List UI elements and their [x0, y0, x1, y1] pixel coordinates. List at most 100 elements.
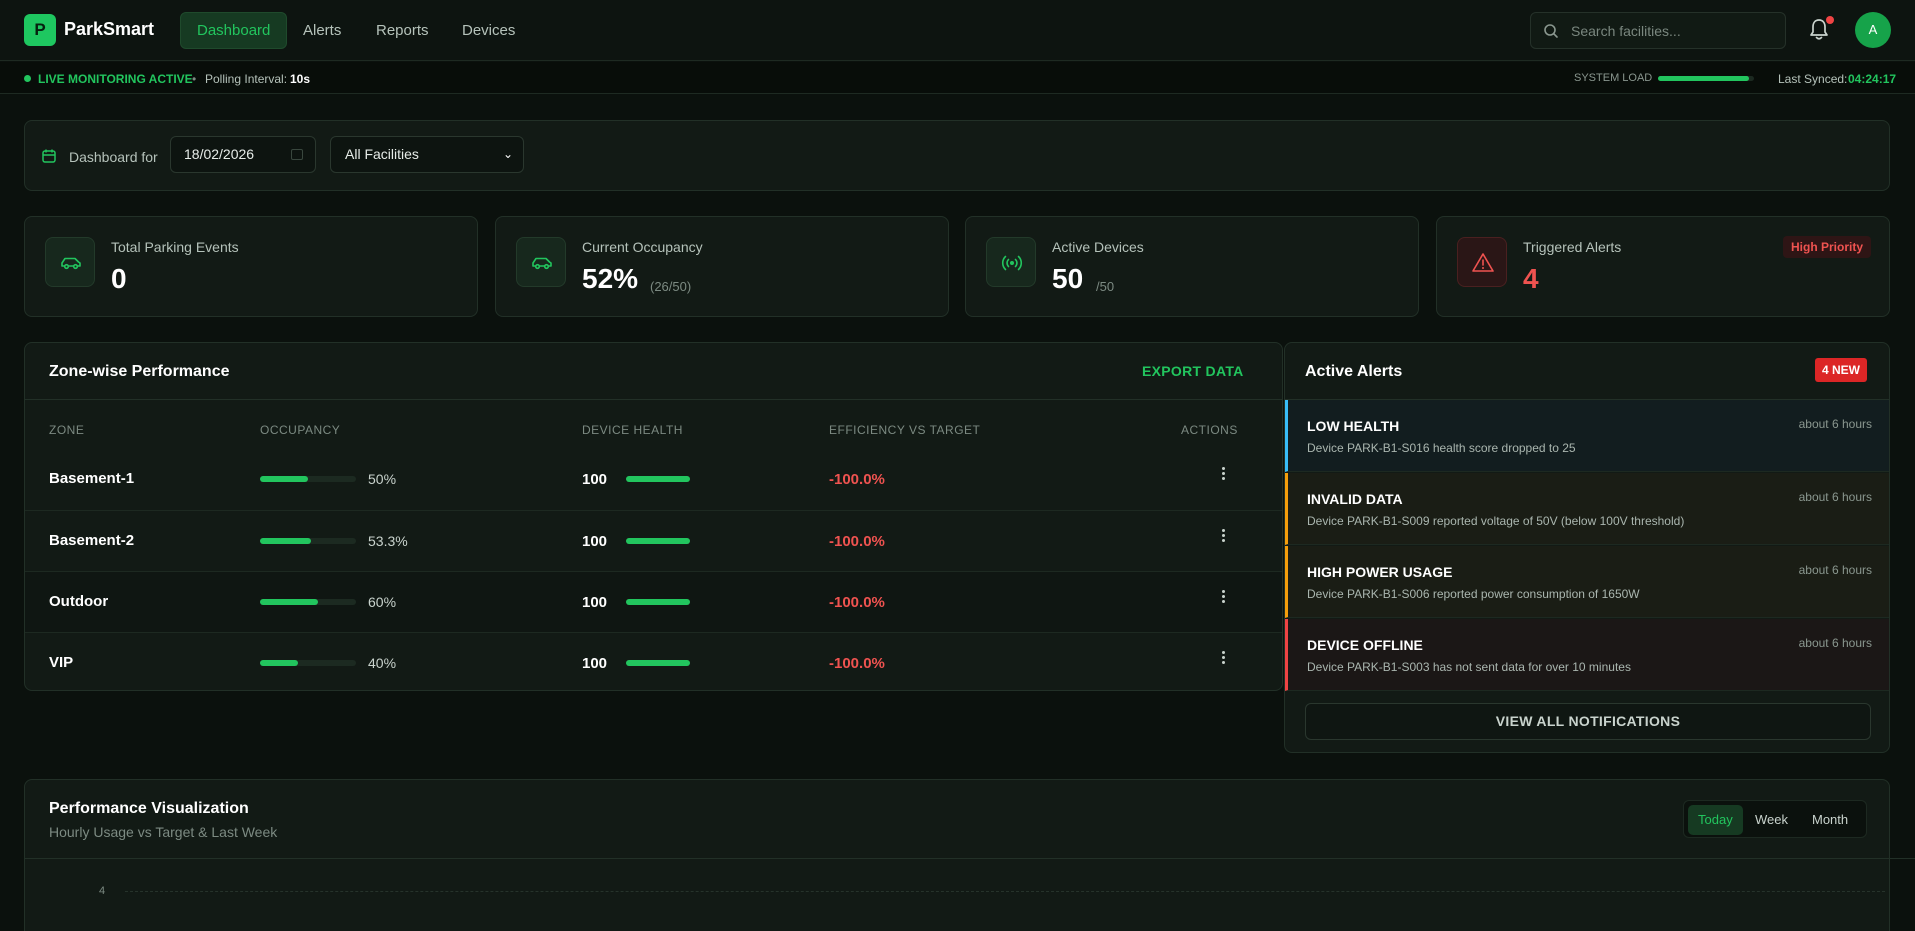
more-actions-icon[interactable]: [1217, 527, 1229, 551]
occupancy-percent: 53.3%: [368, 533, 408, 549]
alert-item[interactable]: LOW HEALTH about 6 hours Device PARK-B1-…: [1285, 400, 1889, 472]
occupancy-fill: [260, 599, 318, 605]
live-indicator-dot: [24, 75, 31, 82]
polling-value: 10s: [290, 72, 311, 86]
occupancy-fill: [260, 538, 312, 544]
occupancy-percent: 60%: [368, 594, 397, 610]
signal-icon: [1001, 255, 1023, 271]
stat-value: 4: [1523, 263, 1539, 294]
date-picker-icon[interactable]: [291, 149, 303, 160]
search-icon: [1543, 23, 1559, 42]
device-health-value: 100: [582, 655, 608, 672]
zone-name: Outdoor: [49, 593, 109, 610]
car-icon: [532, 257, 552, 270]
occupancy-bar: [260, 660, 356, 666]
stat-label: Active Devices: [1052, 239, 1144, 255]
top-nav: P ParkSmart Dashboard Alerts Reports Dev…: [0, 0, 1915, 61]
alert-item[interactable]: HIGH POWER USAGE about 6 hours Device PA…: [1285, 546, 1889, 618]
column-header-occupancy: OCCUPANCY: [260, 423, 341, 437]
table-row[interactable]: VIP 40% 100 -100.0%: [25, 632, 1282, 690]
zone-performance-title: Zone-wise Performance: [49, 363, 230, 380]
stat-value: 50: [1052, 263, 1084, 294]
alert-description: Device PARK-B1-S003 has not sent data fo…: [1307, 660, 1631, 674]
alert-type: DEVICE OFFLINE: [1307, 637, 1423, 653]
device-health-value: 100: [582, 533, 608, 550]
alert-time: about 6 hours: [1798, 490, 1872, 504]
stat-card-triggered-alerts: Triggered Alerts 4 High Priority: [1436, 216, 1890, 317]
chart-grid-line: [125, 891, 1885, 892]
calendar-icon: [41, 148, 57, 167]
stat-icon-box: [986, 237, 1036, 287]
stat-label: Current Occupancy: [582, 239, 703, 255]
search-box: [1530, 12, 1786, 49]
system-load-bar: [1658, 76, 1754, 81]
stat-value: 0: [111, 263, 127, 294]
table-row[interactable]: Outdoor 60% 100 -100.0%: [25, 571, 1282, 632]
column-header-zone: ZONE: [49, 423, 85, 437]
last-synced-value: 04:24:17: [1848, 72, 1897, 86]
occupancy-bar: [260, 476, 356, 482]
date-value: 18/02/2026: [184, 146, 255, 162]
date-input[interactable]: 18/02/2026: [170, 136, 316, 173]
efficiency-value: -100.0%: [829, 471, 885, 488]
warning-icon: [1472, 253, 1494, 272]
performance-title: Performance Visualization: [49, 800, 249, 817]
stat-sub: (26/50): [650, 279, 692, 294]
export-data-button[interactable]: EXPORT DATA: [1142, 363, 1244, 379]
app-name[interactable]: ParkSmart: [64, 19, 154, 40]
view-all-notifications-button[interactable]: VIEW ALL NOTIFICATIONS: [1305, 703, 1871, 740]
occupancy-bar: [260, 599, 356, 605]
stat-label: Total Parking Events: [111, 239, 239, 255]
chevron-down-icon: ⌄: [502, 147, 513, 161]
last-synced-label: Last Synced:: [1778, 72, 1848, 86]
table-row[interactable]: Basement-2 53.3% 100 -100.0%: [25, 510, 1282, 571]
alert-type: LOW HEALTH: [1307, 418, 1400, 434]
active-alerts-card: Active Alerts 4 NEW LOW HEALTH about 6 h…: [1284, 342, 1890, 753]
avatar[interactable]: A: [1855, 12, 1891, 48]
alert-type: INVALID DATA: [1307, 491, 1403, 507]
new-alerts-badge: 4 NEW: [1815, 358, 1868, 382]
performance-subtitle: Hourly Usage vs Target & Last Week: [49, 824, 278, 840]
device-health-fill: [626, 599, 690, 605]
tab-devices[interactable]: Devices: [446, 12, 531, 49]
zone-name: Basement-2: [49, 532, 135, 549]
tab-dashboard[interactable]: Dashboard: [180, 12, 288, 49]
stat-icon-box: [1457, 237, 1507, 287]
table-row[interactable]: Basement-1 50% 100 -100.0%: [25, 449, 1282, 510]
search-input[interactable]: [1571, 22, 1771, 40]
system-load-fill: [1658, 76, 1750, 81]
logo-icon[interactable]: P: [24, 14, 56, 46]
high-priority-badge: High Priority: [1783, 236, 1872, 258]
facility-select[interactable]: All Facilities ⌄: [330, 136, 524, 173]
tab-alerts[interactable]: Alerts: [287, 12, 357, 49]
notification-dot: [1826, 16, 1834, 24]
status-bar: LIVE MONITORING ACTIVE • Polling Interva…: [0, 62, 1915, 94]
alert-item[interactable]: DEVICE OFFLINE about 6 hours Device PARK…: [1285, 619, 1889, 691]
more-actions-icon[interactable]: [1217, 465, 1229, 489]
dashboard-for-label: Dashboard for: [69, 149, 158, 165]
column-header-device-health: DEVICE HEALTH: [582, 423, 683, 437]
efficiency-value: -100.0%: [829, 533, 885, 550]
live-status-label: LIVE MONITORING ACTIVE: [38, 72, 193, 86]
alert-description: Device PARK-B1-S009 reported voltage of …: [1307, 514, 1685, 528]
range-today-button[interactable]: Today: [1688, 805, 1743, 835]
alert-time: about 6 hours: [1798, 563, 1872, 577]
alert-item[interactable]: INVALID DATA about 6 hours Device PARK-B…: [1285, 473, 1889, 545]
device-health-bar: [626, 538, 690, 544]
stat-value: 52%: [582, 263, 639, 294]
range-month-button[interactable]: Month: [1802, 805, 1858, 835]
column-header-efficiency: EFFICIENCY VS TARGET: [829, 423, 981, 437]
range-week-button[interactable]: Week: [1745, 805, 1798, 835]
tab-reports[interactable]: Reports: [360, 12, 445, 49]
stat-icon-box: [45, 237, 95, 287]
active-alerts-title: Active Alerts: [1305, 363, 1403, 380]
device-health-bar: [626, 599, 690, 605]
efficiency-value: -100.0%: [829, 655, 885, 672]
device-health-fill: [626, 538, 690, 544]
device-health-bar: [626, 476, 690, 482]
occupancy-bar: [260, 538, 356, 544]
more-actions-icon[interactable]: [1217, 649, 1229, 673]
divider: [25, 858, 1915, 859]
device-health-fill: [626, 476, 690, 482]
more-actions-icon[interactable]: [1217, 588, 1229, 612]
